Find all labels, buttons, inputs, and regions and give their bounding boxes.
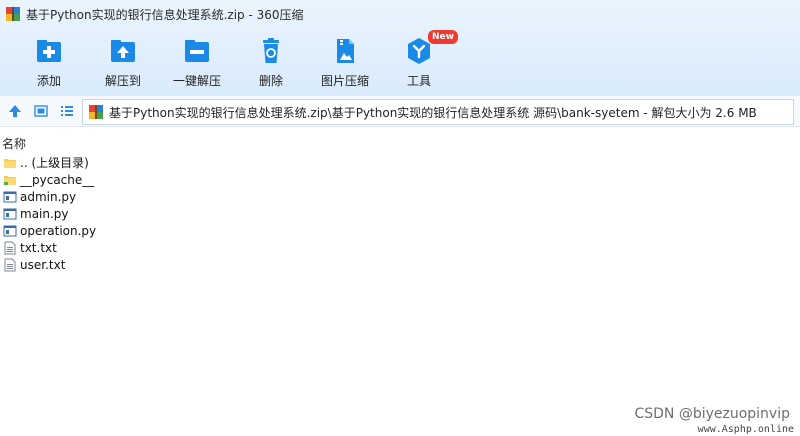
list-view-button[interactable] — [56, 100, 78, 122]
delete-button[interactable]: 删除 — [234, 36, 308, 92]
address-bar[interactable]: 基于Python实现的银行信息处理系统.zip\基于Python实现的银行信息处… — [82, 99, 794, 125]
add-button[interactable]: 添加 — [12, 36, 86, 92]
text-file-icon — [3, 241, 17, 255]
item-name: user.txt — [20, 257, 66, 272]
item-name: main.py — [20, 206, 69, 221]
list-item[interactable]: main.py — [0, 205, 800, 222]
tools-label: 工具 — [406, 74, 431, 88]
image-compress-button[interactable]: 图片压缩 — [308, 36, 382, 92]
image-compress-icon — [330, 36, 360, 66]
add-icon — [34, 36, 64, 66]
folder-icon — [3, 156, 17, 170]
list-item[interactable]: operation.py — [0, 222, 800, 239]
file-list: .. (上级目录) __pycache__ admin.py main.py o… — [0, 154, 800, 273]
item-name: __pycache__ — [20, 172, 95, 187]
column-header-name[interactable]: 名称 — [0, 134, 800, 152]
one-click-extract-button[interactable]: 一键解压 — [160, 36, 234, 92]
one-click-extract-icon — [182, 36, 212, 66]
python-file-icon — [3, 190, 17, 204]
item-name: txt.txt — [20, 240, 57, 255]
delete-label: 删除 — [258, 74, 283, 88]
zip-archive-icon — [89, 105, 103, 119]
item-name: operation.py — [20, 223, 97, 238]
thumbnail-view-button[interactable] — [30, 100, 52, 122]
navigation-bar: 基于Python实现的银行信息处理系统.zip\基于Python实现的银行信息处… — [0, 96, 800, 127]
one-click-extract-label: 一键解压 — [172, 74, 221, 88]
image-compress-label: 图片压缩 — [320, 74, 369, 88]
extract-to-button[interactable]: 解压到 — [86, 36, 160, 92]
zip-archive-icon — [6, 7, 20, 21]
watermark: CSDN @biyezuopinvip — [634, 406, 790, 422]
list-item[interactable]: .. (上级目录) — [0, 154, 800, 171]
extract-to-icon — [108, 36, 138, 66]
title-bar: 基于Python实现的银行信息处理系统.zip - 360压缩 — [0, 0, 800, 28]
list-item[interactable]: admin.py — [0, 188, 800, 205]
watermark-site: www.Asphp.online — [697, 424, 794, 435]
address-path: 基于Python实现的银行信息处理系统.zip\基于Python实现的银行信息处… — [109, 105, 757, 120]
item-name: admin.py — [20, 189, 77, 204]
folder-icon — [3, 173, 17, 187]
text-file-icon — [3, 258, 17, 272]
new-badge: New — [428, 30, 458, 44]
python-file-icon — [3, 224, 17, 238]
thumbnail-view-icon — [34, 105, 48, 117]
tools-button[interactable]: New 工具 — [382, 30, 458, 92]
arrow-up-icon — [9, 105, 21, 117]
window-title: 基于Python实现的银行信息处理系统.zip - 360压缩 — [26, 7, 304, 22]
list-view-icon — [61, 106, 73, 116]
delete-icon — [256, 36, 286, 66]
app-window: 基于Python实现的银行信息处理系统.zip - 360压缩 添加 解压到 一… — [0, 0, 800, 436]
up-level-button[interactable] — [4, 100, 26, 122]
add-label: 添加 — [36, 74, 61, 88]
python-file-icon — [3, 207, 17, 221]
item-name: .. (上级目录) — [20, 156, 89, 170]
column-name-label: 名称 — [2, 136, 27, 151]
top-area: 基于Python实现的银行信息处理系统.zip - 360压缩 添加 解压到 一… — [0, 0, 800, 96]
toolbar: 添加 解压到 一键解压 删除 图片压缩 New 工具 — [12, 30, 458, 92]
extract-to-label: 解压到 — [104, 74, 141, 88]
list-item[interactable]: __pycache__ — [0, 171, 800, 188]
list-item[interactable]: txt.txt — [0, 239, 800, 256]
list-item[interactable]: user.txt — [0, 256, 800, 273]
